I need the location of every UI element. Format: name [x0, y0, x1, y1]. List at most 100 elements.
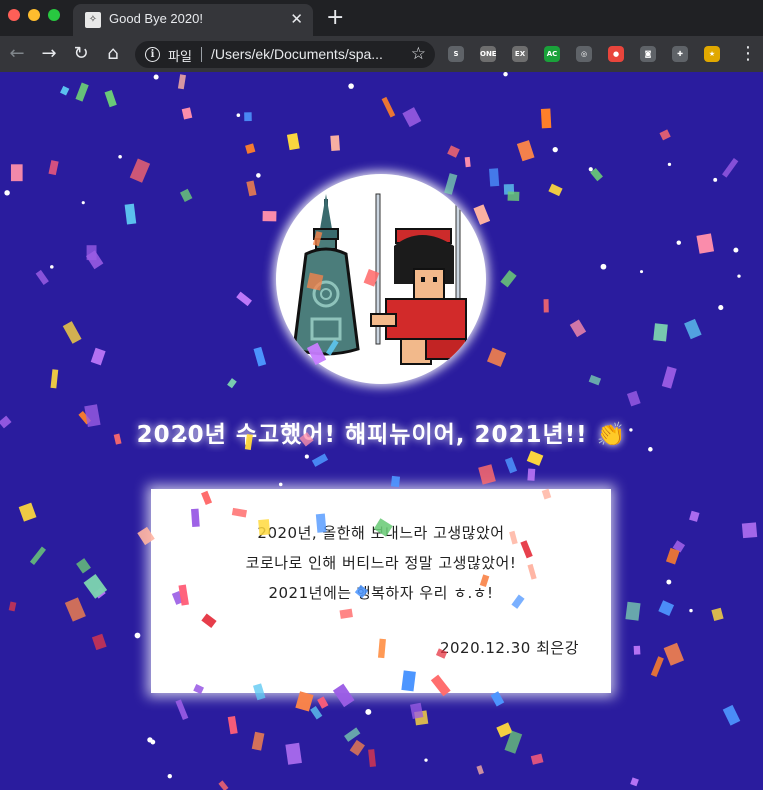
confetti-piece	[29, 546, 46, 566]
confetti-piece	[18, 502, 37, 522]
url-text[interactable]: /Users/ek/Documents/spa...	[211, 46, 383, 62]
tab-title: Good Bye 2020!	[109, 11, 203, 26]
confetti-piece	[633, 645, 641, 655]
bookmark-star-icon[interactable]: ☆	[411, 44, 426, 64]
puzzle-extension-icon[interactable]: ✚	[672, 46, 688, 62]
address-bar[interactable]: i 파일 /Users/ek/Documents/spa... ☆	[135, 41, 435, 68]
confetti-piece	[35, 269, 49, 286]
new-tab-button[interactable]: +	[326, 4, 344, 32]
confetti-piece	[476, 765, 484, 775]
sparkle-dot	[424, 758, 428, 762]
address-divider	[201, 47, 202, 62]
browser-tab-active[interactable]: ✧ Good Bye 2020! ✕	[73, 4, 313, 36]
skype-extension-icon[interactable]: S	[448, 46, 464, 62]
sparkle-dot	[118, 155, 122, 159]
confetti-piece	[286, 133, 300, 151]
message-line: 2021년에는 행복하자 우리 ㅎ.ㅎ!	[268, 584, 494, 602]
confetti-piece	[104, 89, 117, 108]
sparkle-dot	[737, 274, 741, 278]
message-card: 2020년, 올한해 보내느라 고생많았어 코로나로 인해 버티느라 정말 고생…	[151, 489, 611, 693]
message-line: 코로나로 인해 버티느라 정말 고생많았어!	[245, 554, 517, 572]
sparkle-dot	[639, 270, 644, 274]
confetti-piece	[444, 173, 458, 195]
ex-extension-icon[interactable]: EX	[512, 46, 528, 62]
tab-favicon-icon: ✧	[85, 12, 101, 28]
ac-extension-icon[interactable]: AC	[544, 46, 560, 62]
one-extension-icon[interactable]: ONE	[480, 46, 497, 62]
confetti-piece	[285, 742, 302, 765]
sparkle-dot	[733, 247, 739, 253]
browser-titlebar: ✧ Good Bye 2020! ✕ +	[0, 0, 763, 36]
close-window-button[interactable]	[8, 9, 20, 21]
confetti-piece	[526, 450, 544, 466]
headline-message: 2020년 수고했어! 해피뉴이어, 2021년!! 👏	[136, 422, 627, 448]
message-line: 2020년, 올한해 보내느라 고생많았어	[257, 524, 505, 542]
confetti-piece	[487, 347, 507, 367]
confetti-piece	[83, 574, 108, 599]
confetti-piece	[569, 319, 587, 338]
tab-close-icon[interactable]: ✕	[290, 10, 303, 28]
sparkle-dot	[365, 708, 372, 715]
home-icon[interactable]: ⌂	[101, 42, 125, 66]
confetti-piece	[496, 722, 513, 738]
sparkle-dot	[134, 632, 141, 639]
sparkle-dot	[236, 113, 241, 117]
confetti-piece	[330, 135, 340, 151]
sparkle-dot	[147, 737, 153, 743]
confetti-piece	[665, 547, 680, 565]
confetti-piece	[548, 183, 563, 197]
sparkle-dot	[50, 265, 54, 269]
confetti-piece	[653, 323, 668, 342]
confetti-piece	[478, 464, 496, 485]
confetti-piece	[650, 656, 664, 677]
site-info-icon[interactable]: i	[145, 47, 160, 62]
browser-toolbar: ← → ↻ ⌂ i 파일 /Users/ek/Documents/spa... …	[0, 36, 763, 72]
confetti-piece	[696, 233, 715, 254]
signature: 2020.12.30 최은강	[439, 639, 579, 657]
confetti-piece	[76, 558, 91, 574]
pixel-art-illustration	[292, 183, 467, 365]
confetti-piece	[516, 140, 535, 162]
sparkle-dot	[503, 72, 508, 77]
circle-extension-icon[interactable]: ◎	[576, 46, 592, 62]
back-arrow-icon[interactable]: ←	[5, 42, 29, 66]
profile-avatar-icon[interactable]: ★	[704, 46, 720, 62]
confetti-piece	[251, 731, 265, 751]
confetti-piece	[94, 587, 106, 599]
confetti-piece	[490, 691, 505, 707]
confetti-piece	[722, 158, 739, 178]
confetti-piece	[317, 696, 329, 709]
confetti-piece	[540, 108, 552, 129]
confetti-piece	[530, 753, 544, 765]
confetti-piece	[590, 167, 603, 182]
sparkle-dot	[667, 162, 672, 167]
confetti-piece	[626, 390, 641, 407]
confetti-piece	[253, 346, 267, 367]
forward-arrow-icon[interactable]: →	[37, 42, 61, 66]
confetti-piece	[672, 540, 686, 553]
sparkle-dot	[304, 454, 309, 459]
confetti-piece	[368, 749, 377, 767]
camera-extension-icon[interactable]: ◙	[640, 46, 656, 62]
confetti-piece	[711, 607, 724, 622]
confetti-piece	[390, 475, 401, 488]
confetti-piece	[85, 250, 104, 270]
reload-icon[interactable]: ↻	[69, 42, 93, 66]
sparkle-dot	[167, 773, 172, 779]
sparkle-dot	[588, 167, 593, 172]
scheme-label: 파일	[168, 50, 192, 65]
sparkle-dot	[718, 305, 724, 311]
confetti-piece	[124, 203, 137, 225]
confetti-piece	[410, 702, 424, 720]
minimize-window-button[interactable]	[28, 9, 40, 21]
color-wheel-extension-icon[interactable]: ●	[608, 46, 624, 62]
confetti-piece	[236, 291, 252, 307]
confetti-piece	[177, 74, 186, 90]
maximize-window-button[interactable]	[48, 9, 60, 21]
confetti-piece	[227, 715, 238, 735]
confetti-piece	[244, 112, 252, 122]
confetti-piece	[741, 522, 758, 539]
browser-menu-icon[interactable]: ⋮	[739, 44, 757, 64]
confetti-piece	[262, 211, 277, 222]
confetti-piece	[310, 705, 323, 720]
